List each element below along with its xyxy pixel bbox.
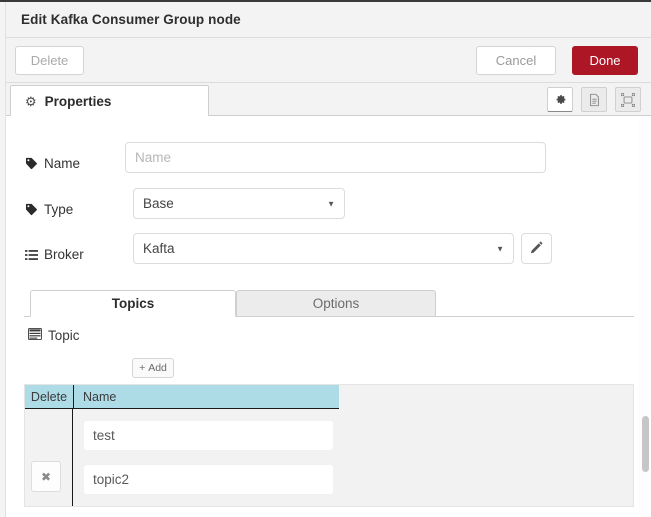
dialog-body: Name Type Base ▼ (6, 116, 639, 517)
broker-edit-button[interactable] (521, 233, 552, 264)
topics-options-tabstrip: Topics Options (24, 290, 634, 317)
dialog-titlebar: Edit Kafka Consumer Group node (6, 2, 651, 38)
edit-node-dialog: Edit Kafka Consumer Group node Delete Ca… (0, 0, 651, 517)
tab-topics[interactable]: Topics (30, 290, 236, 317)
dialog-tabstrip: ⚙ Properties (6, 83, 651, 117)
list-icon (24, 249, 38, 261)
form-row-name: Name (24, 156, 80, 171)
node-appearance-icon (621, 92, 635, 107)
gear-icon: ⚙ (25, 94, 37, 109)
broker-select-value: Kafta (143, 241, 175, 256)
topics-table-header: Delete Name (25, 385, 339, 409)
delete-button[interactable]: Delete (15, 46, 84, 75)
name-input[interactable] (125, 142, 546, 173)
type-select[interactable]: Base ▼ (133, 188, 345, 219)
name-label-text: Name (44, 156, 81, 171)
tab-properties[interactable]: ⚙ Properties (10, 85, 209, 117)
appearance-button[interactable] (615, 87, 641, 112)
topic-name-input[interactable] (84, 421, 333, 450)
form-row-broker: Broker (24, 247, 84, 262)
tab-options[interactable]: Options (236, 290, 436, 317)
plus-icon: + (139, 362, 146, 374)
gear-icon (554, 93, 567, 106)
pencil-icon (530, 240, 544, 257)
chevron-down-icon: ▼ (327, 199, 335, 208)
topic-section-label: Topic (28, 327, 80, 343)
tag-icon (24, 157, 38, 170)
dialog-title: Edit Kafka Consumer Group node (21, 12, 241, 27)
type-select-value: Base (143, 196, 174, 211)
type-label-text: Type (44, 202, 74, 217)
broker-label: Broker (24, 247, 84, 262)
dialog-scrollbar-track[interactable] (639, 116, 651, 517)
table-icon (28, 327, 42, 343)
topics-table: Delete Name ✖ (24, 384, 634, 507)
table-column-divider (72, 409, 73, 506)
tag-icon (24, 203, 38, 216)
dialog-scrollbar-thumb[interactable] (642, 416, 649, 472)
topic-section-label-text: Topic (48, 328, 80, 343)
tab-properties-label: Properties (44, 94, 112, 109)
broker-label-text: Broker (44, 247, 84, 262)
add-topic-button[interactable]: + Add (132, 358, 174, 378)
document-icon (588, 93, 601, 107)
chevron-down-icon: ▼ (496, 244, 504, 253)
broker-select[interactable]: Kafta ▼ (133, 233, 514, 264)
topic-name-input[interactable] (84, 465, 333, 494)
done-button[interactable]: Done (572, 46, 638, 75)
delete-row-button[interactable]: ✖ (31, 461, 61, 492)
description-button[interactable] (581, 87, 607, 112)
type-label: Type (24, 202, 73, 217)
name-label: Name (24, 156, 80, 171)
column-header-name: Name (73, 385, 339, 408)
column-header-delete: Delete (30, 389, 68, 404)
properties-gear-button[interactable] (547, 87, 573, 112)
add-topic-button-label: Add (148, 362, 167, 374)
cancel-button[interactable]: Cancel (476, 46, 556, 75)
dialog-toolbar: Delete Cancel Done (6, 38, 651, 83)
form-row-type: Type (24, 202, 73, 217)
